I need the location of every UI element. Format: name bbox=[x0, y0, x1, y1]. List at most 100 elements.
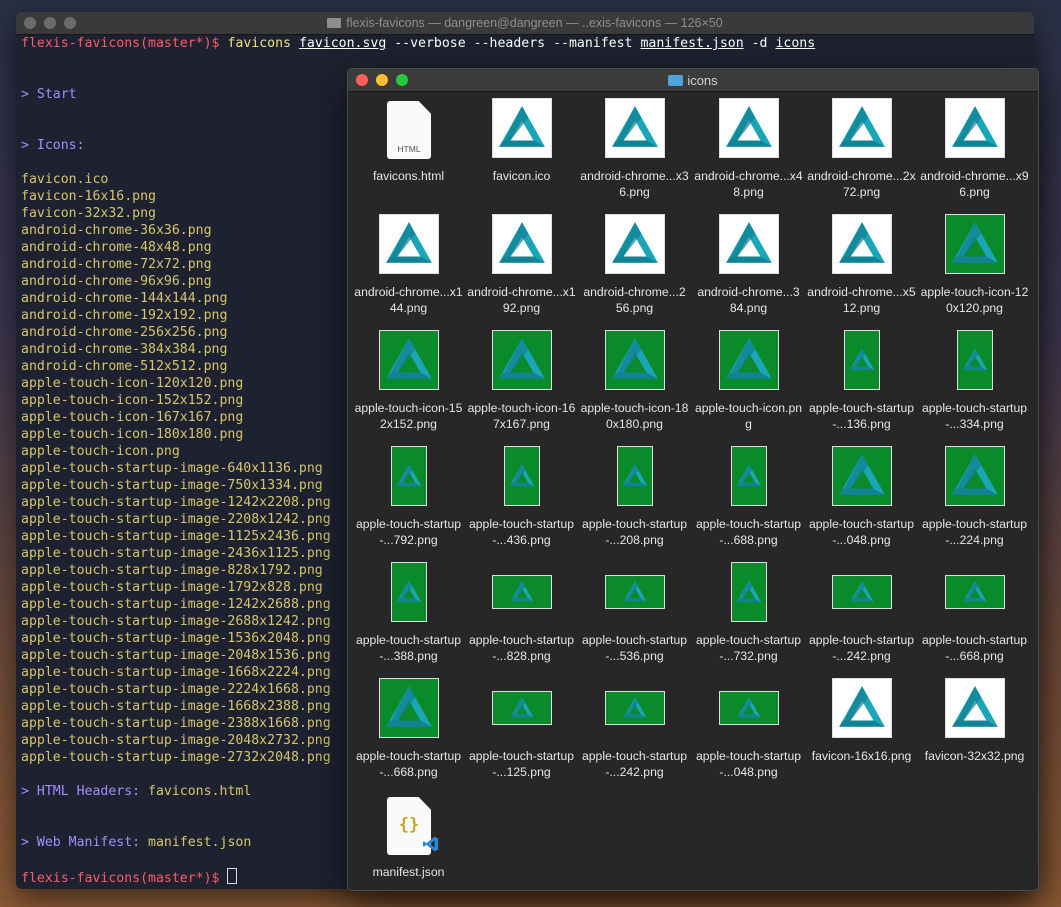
image-thumbnail bbox=[618, 447, 652, 505]
output-filename: android-chrome-72x72.png bbox=[21, 257, 212, 272]
file-item[interactable]: apple-touch-startup-...792.png bbox=[352, 439, 465, 549]
file-item[interactable]: android-chrome...x48.png bbox=[692, 91, 805, 201]
output-line: apple-touch-startup-image-640x1136.png bbox=[21, 460, 323, 477]
file-item[interactable]: apple-touch-icon.png bbox=[692, 323, 805, 433]
output-line: apple-touch-startup-image-1242x2208.png bbox=[21, 494, 331, 511]
output-line: apple-touch-icon-167x167.png bbox=[21, 409, 243, 426]
file-item[interactable]: apple-touch-startup-...334.png bbox=[918, 323, 1031, 433]
file-item[interactable]: {} manifest.json bbox=[352, 787, 465, 890]
finder-title: icons bbox=[348, 73, 1038, 88]
output-filename: favicon-16x16.png bbox=[21, 189, 156, 204]
file-item[interactable]: android-chrome...x36.png bbox=[578, 91, 691, 201]
file-item[interactable]: apple-touch-startup-...688.png bbox=[692, 439, 805, 549]
output-line: apple-touch-startup-image-2388x1668.png bbox=[21, 715, 331, 732]
file-name-label: android-chrome...384.png bbox=[697, 285, 800, 315]
file-name-label: apple-touch-startup-...242.png bbox=[581, 749, 687, 779]
json-file-icon: {} bbox=[386, 795, 439, 857]
file-item[interactable]: apple-touch-startup-...668.png bbox=[918, 555, 1031, 665]
file-name-label: android-chrome...x144.png bbox=[354, 285, 463, 315]
file-name-label: apple-touch-startup-...125.png bbox=[468, 749, 574, 779]
penrose-triangle-icon bbox=[962, 348, 988, 371]
output-filename: apple-touch-startup-image-2388x1668.png bbox=[21, 716, 331, 731]
output-line: android-chrome-144x144.png bbox=[21, 290, 227, 307]
vscode-icon bbox=[422, 836, 439, 852]
penrose-triangle-icon bbox=[839, 454, 885, 495]
file-item[interactable]: apple-touch-startup-...048.png bbox=[805, 439, 918, 549]
finder-window[interactable]: icons HTML favicons.html favicon.ico androi… bbox=[347, 68, 1039, 891]
penrose-triangle-icon bbox=[952, 106, 998, 147]
file-item[interactable]: apple-touch-startup-...242.png bbox=[805, 555, 918, 665]
image-thumbnail bbox=[720, 215, 778, 273]
file-item[interactable]: apple-touch-icon-167x167.png bbox=[465, 323, 578, 433]
file-item[interactable]: apple-touch-startup-...224.png bbox=[918, 439, 1031, 549]
file-item[interactable]: android-chrome...x192.png bbox=[465, 207, 578, 317]
file-item[interactable]: android-chrome...x144.png bbox=[352, 207, 465, 317]
file-item[interactable]: apple-touch-startup-...388.png bbox=[352, 555, 465, 665]
output-line: apple-touch-startup-image-1536x2048.png bbox=[21, 630, 331, 647]
file-item[interactable]: apple-touch-icon-180x180.png bbox=[578, 323, 691, 433]
file-item[interactable]: apple-touch-startup-...536.png bbox=[578, 555, 691, 665]
file-item[interactable]: HTML favicons.html bbox=[352, 91, 465, 201]
file-item[interactable]: apple-touch-startup-...436.png bbox=[465, 439, 578, 549]
terminal-titlebar[interactable]: flexis-favicons — dangreen@dangreen — ..… bbox=[16, 12, 1034, 35]
output-line: apple-touch-startup-image-1668x2388.png bbox=[21, 698, 331, 715]
file-item[interactable]: favicon.ico bbox=[465, 91, 578, 201]
output-filename: apple-touch-startup-image-2224x1668.png bbox=[21, 682, 331, 697]
file-item[interactable]: apple-touch-icon-152x152.png bbox=[352, 323, 465, 433]
file-item[interactable]: android-chrome...256.png bbox=[578, 207, 691, 317]
output-line: android-chrome-96x96.png bbox=[21, 273, 212, 290]
penrose-triangle-icon bbox=[509, 464, 535, 487]
output-line: apple-touch-startup-image-2048x1536.png bbox=[21, 647, 331, 664]
image-thumbnail bbox=[380, 215, 438, 273]
penrose-triangle-icon bbox=[963, 581, 987, 602]
file-item[interactable]: apple-touch-startup-...125.png bbox=[465, 671, 578, 781]
finder-titlebar[interactable]: icons bbox=[348, 69, 1038, 92]
output-line: apple-touch-icon-180x180.png bbox=[21, 426, 243, 443]
penrose-triangle-icon bbox=[736, 464, 762, 487]
file-item[interactable]: android-chrome...x96.png bbox=[918, 91, 1031, 201]
file-item[interactable]: android-chrome...x512.png bbox=[805, 207, 918, 317]
file-item[interactable]: apple-touch-startup-...242.png bbox=[578, 671, 691, 781]
file-item[interactable]: apple-touch-startup-...668.png bbox=[352, 671, 465, 781]
file-item[interactable]: apple-touch-startup-...136.png bbox=[805, 323, 918, 433]
output-filename: apple-touch-icon-120x120.png bbox=[21, 376, 244, 391]
file-name-label: apple-touch-startup-...048.png bbox=[695, 749, 801, 779]
file-item[interactable]: apple-touch-startup-...828.png bbox=[465, 555, 578, 665]
image-thumbnail bbox=[606, 576, 664, 608]
file-item[interactable]: favicon-16x16.png bbox=[805, 671, 918, 781]
command-arg: --headers bbox=[473, 36, 546, 51]
image-thumbnail bbox=[380, 331, 438, 389]
file-item[interactable]: apple-touch-startup-...208.png bbox=[578, 439, 691, 549]
output-filename: apple-touch-icon.png bbox=[21, 444, 180, 459]
image-thumbnail bbox=[493, 331, 551, 389]
penrose-triangle-icon bbox=[612, 338, 658, 379]
output-filename: apple-touch-icon-152x152.png bbox=[21, 393, 244, 408]
image-thumbnail bbox=[833, 447, 891, 505]
file-name-label: favicon-16x16.png bbox=[811, 749, 912, 763]
folder-icon bbox=[327, 18, 342, 28]
file-name-label: apple-touch-icon-167x167.png bbox=[467, 401, 576, 431]
output-line: android-chrome-256x256.png bbox=[21, 324, 227, 341]
penrose-triangle-icon bbox=[386, 222, 432, 263]
manifest-file: manifest.json bbox=[148, 835, 252, 850]
image-thumbnail bbox=[606, 692, 664, 724]
file-item[interactable]: apple-touch-icon-120x120.png bbox=[918, 207, 1031, 317]
image-thumbnail bbox=[833, 679, 891, 737]
file-item[interactable]: apple-touch-startup-...048.png bbox=[692, 671, 805, 781]
image-thumbnail bbox=[833, 215, 891, 273]
file-item[interactable]: android-chrome...384.png bbox=[692, 207, 805, 317]
output-filename: apple-touch-startup-image-2732x2048.png bbox=[21, 750, 331, 765]
output-line: android-chrome-72x72.png bbox=[21, 256, 212, 273]
output-line: android-chrome-48x48.png bbox=[21, 239, 212, 256]
start-line: > Start bbox=[21, 86, 77, 103]
file-item[interactable]: apple-touch-startup-...732.png bbox=[692, 555, 805, 665]
image-thumbnail bbox=[720, 99, 778, 157]
file-item[interactable]: android-chrome...2x72.png bbox=[805, 91, 918, 201]
output-filename: apple-touch-icon-167x167.png bbox=[21, 410, 244, 425]
file-grid[interactable]: HTML favicons.html favicon.ico android-chro… bbox=[348, 91, 1038, 890]
output-filename: favicon.ico bbox=[21, 172, 109, 187]
file-item[interactable]: favicon-32x32.png bbox=[918, 671, 1031, 781]
